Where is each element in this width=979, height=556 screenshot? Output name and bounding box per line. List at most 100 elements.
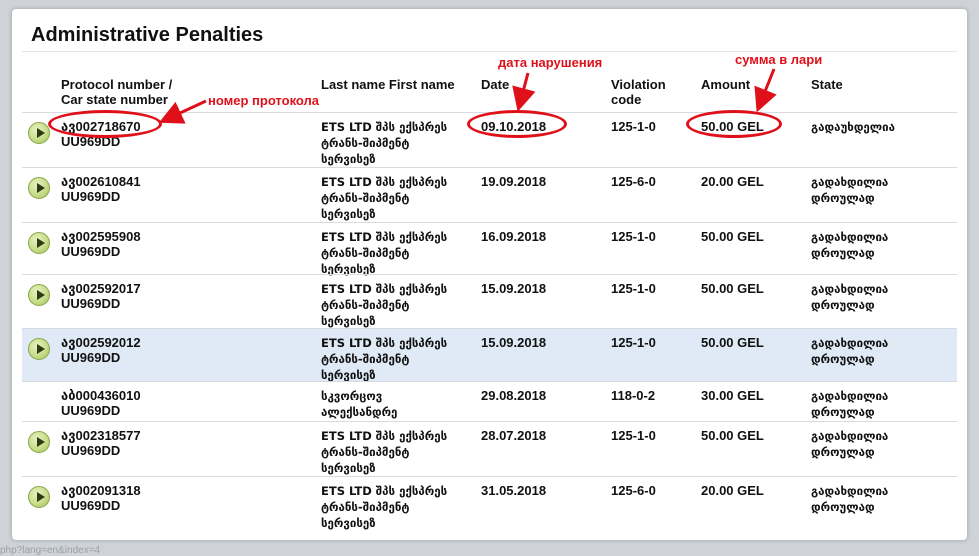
state-line: დროულად [811, 405, 875, 419]
arrow-protocol [158, 99, 207, 124]
protocol-cell: ავ002610841 UU969DD [61, 174, 141, 204]
arrow-amount [754, 68, 777, 113]
name-line: ტრანს-შიპმენტ [321, 191, 410, 205]
penalties-panel: Administrative Penalties Protocol number… [12, 9, 967, 540]
name-line: სკვორცოვ [321, 389, 383, 403]
table-row[interactable]: ავ002318577 UU969DD ETS LTD შპს ექსპრეს ტრა… [22, 421, 957, 477]
play-icon[interactable] [28, 431, 50, 453]
protocol-number: ავ002592012 [61, 335, 141, 350]
state-cell: გადახდილია დროულად [811, 335, 888, 367]
state-cell: გადახდილია დროულად [811, 174, 888, 206]
play-icon[interactable] [28, 338, 50, 360]
state-line: გადახდილია [811, 282, 889, 296]
date-cell: 15.09.2018 [481, 335, 547, 350]
protocol-cell: ავ002592017 UU969DD [61, 281, 141, 311]
name-cell: ETS LTD შპს ექსპრეს ტრანს-შიპმენტ სერვისეზ [321, 335, 447, 383]
protocol-number: ავ002595908 [61, 229, 141, 244]
state-line: გადახდილია [811, 336, 889, 350]
car-plate: UU969DD [61, 498, 121, 513]
date-cell: 31.05.2018 [481, 483, 547, 498]
name-cell: ETS LTD შპს ექსპრეს ტრანს-შიპმენტ სერვისეზ [321, 428, 447, 476]
name-line: ETS LTD შპს ექსპრეს [321, 282, 448, 296]
name-line: ETS LTD შპს ექსპრეს [321, 230, 448, 244]
table-row[interactable]: აბ000436010 UU969DD სკვორცოვ ალექსანდრე 29.0… [22, 381, 957, 422]
car-plate: UU969DD [61, 350, 121, 365]
date-cell: 16.09.2018 [481, 229, 547, 244]
name-line: სერვისეზ [321, 314, 376, 328]
state-line: გადახდილია [811, 429, 889, 443]
date-cell: 15.09.2018 [481, 281, 547, 296]
table-row[interactable]: ავ002610841 UU969DD ETS LTD შპს ექსპრეს ტრა… [22, 167, 957, 223]
amount-cell: 20.00 GEL [701, 483, 764, 498]
name-line: ალექსანდრე [321, 405, 398, 419]
play-icon[interactable] [28, 232, 50, 254]
violation-code-cell: 125-1-0 [611, 229, 656, 244]
state-cell: გადახდილია დროულად [811, 428, 888, 460]
name-line: ტრანს-შიპმენტ [321, 298, 410, 312]
car-plate: UU969DD [61, 403, 121, 418]
name-cell: ETS LTD შპს ექსპრეს ტრანს-შიპმენტ სერვისეზ [321, 174, 447, 222]
play-icon[interactable] [28, 486, 50, 508]
state-line: დროულად [811, 246, 875, 260]
name-line: სერვისეზ [321, 207, 376, 221]
name-line: ტრანს-შიპმენტ [321, 500, 410, 514]
state-line: დროულად [811, 352, 875, 366]
date-cell: 19.09.2018 [481, 174, 547, 189]
name-line: ETS LTD შპს ექსპრეს [321, 175, 448, 189]
name-cell: ETS LTD შპს ექსპრეს ტრანს-შიპმენტ სერვისეზ [321, 229, 447, 277]
violation-code-cell: 118-0-2 [611, 388, 656, 403]
protocol-cell: ავ002318577 UU969DD [61, 428, 141, 458]
name-cell: ETS LTD შპს ექსპრეს ტრანს-შიპმენტ სერვისეზ [321, 483, 447, 531]
name-cell: ETS LTD შპს ექსპრეს ტრანს-შიპმენტ სერვისეზ [321, 281, 447, 329]
table-row[interactable]: ავ002595908 UU969DD ETS LTD შპს ექსპრეს ტრა… [22, 222, 957, 277]
name-line: სერვისეზ [321, 461, 376, 475]
amount-cell: 50.00 GEL [701, 281, 764, 296]
state-line: დროულად [811, 500, 875, 514]
table-row[interactable]: ავ002091318 UU969DD ETS LTD შპს ექსპრეს ტრა… [22, 476, 957, 531]
violation-code-cell: 125-1-0 [611, 428, 656, 443]
state-line: გადახდილია [811, 389, 889, 403]
protocol-number: ავ002091318 [61, 483, 141, 498]
amount-cell: 50.00 GEL [701, 335, 764, 350]
name-line: ETS LTD შპს ექსპრეს [321, 484, 448, 498]
table-row[interactable]: ავ002592012 UU969DD ETS LTD შპს ექსპრეს ტრა… [22, 328, 957, 382]
protocol-number: ავ002318577 [61, 428, 141, 443]
annotation-arrows [158, 68, 777, 124]
violation-code-cell: 125-1-0 [611, 335, 656, 350]
play-icon[interactable] [28, 284, 50, 306]
play-icon[interactable] [28, 177, 50, 199]
name-line: სერვისეზ [321, 152, 376, 166]
state-cell: გადახდილია დროულად [811, 281, 888, 313]
name-cell: სკვორცოვ ალექსანდრე [321, 388, 397, 420]
amount-cell: 30.00 GEL [701, 388, 764, 403]
protocol-cell: ავ002091318 UU969DD [61, 483, 141, 513]
status-url: php?lang=en&index=4 [0, 545, 101, 556]
name-line: ETS LTD შპს ექსპრეს [321, 429, 448, 443]
amount-cell: 20.00 GEL [701, 174, 764, 189]
state-cell: გადახდილია დროულად [811, 483, 888, 515]
state-line: დროულად [811, 191, 875, 205]
arrow-date [512, 72, 536, 112]
car-plate: UU969DD [61, 443, 121, 458]
name-line: სერვისეზ [321, 516, 376, 530]
state-line: დროულად [811, 298, 875, 312]
state-line: გადახდილია [811, 484, 889, 498]
state-cell: გადახდილია დროულად [811, 229, 888, 261]
name-line: ტრანს-შიპმენტ [321, 445, 410, 459]
amount-cell: 50.00 GEL [701, 229, 764, 244]
car-plate: UU969DD [61, 244, 121, 259]
violation-code-cell: 125-1-0 [611, 281, 656, 296]
violation-code-cell: 125-6-0 [611, 483, 656, 498]
protocol-cell: ავ002592012 UU969DD [61, 335, 141, 365]
name-line: ტრანს-შიპმენტ [321, 246, 410, 260]
table-row[interactable]: ავ002592017 UU969DD ETS LTD შპს ექსპრეს ტრა… [22, 274, 957, 329]
car-plate: UU969DD [61, 189, 121, 204]
protocol-number: ავ002592017 [61, 281, 141, 296]
state-line: დროულად [811, 445, 875, 459]
state-line: გადახდილია [811, 230, 889, 244]
date-cell: 28.07.2018 [481, 428, 547, 443]
state-line: გადახდილია [811, 175, 889, 189]
car-plate: UU969DD [61, 296, 121, 311]
name-line: ETS LTD შპს ექსპრეს [321, 336, 448, 350]
protocol-cell: აბ000436010 UU969DD [61, 388, 141, 418]
